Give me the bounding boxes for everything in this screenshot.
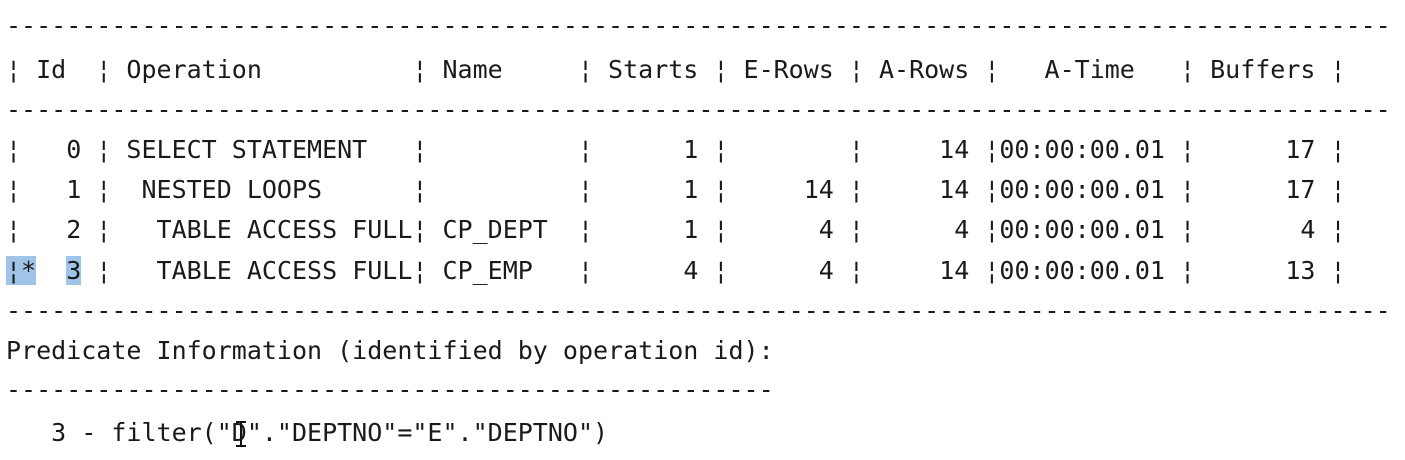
predicate-title: Predicate Information (identified by ope… — [6, 336, 774, 365]
selected-text-id: 3 — [66, 256, 82, 285]
row-3-gap — [36, 256, 66, 285]
plan-row-2: ¦ 2 ¦ TABLE ACCESS FULL¦ CP_DEPT ¦ 1 ¦ 4… — [6, 215, 1346, 244]
plan-separator-bottom: ----------------------------------------… — [6, 296, 1391, 325]
row-3-rest: ¦ TABLE ACCESS FULL¦ CP_EMP ¦ 4 ¦ 4 ¦ 14… — [81, 256, 1346, 285]
plan-header-row: ¦ Id ¦ Operation ¦ Name ¦ Starts ¦ E-Row… — [6, 55, 1346, 84]
predicate-filter-line: 3 - filter("D"."DEPTNO"="E"."DEPTNO") — [6, 418, 609, 447]
selected-text-prefix: ¦* — [6, 256, 37, 285]
plan-row-1: ¦ 1 ¦ NESTED LOOPS ¦ ¦ 1 ¦ 14 ¦ 14 ¦00:0… — [6, 175, 1346, 204]
plan-row-3: ¦* 3 ¦ TABLE ACCESS FULL¦ CP_EMP ¦ 4 ¦ 4… — [6, 251, 1346, 291]
plan-separator-mid: ----------------------------------------… — [6, 95, 1391, 124]
predicate-separator: ----------------------------------------… — [6, 375, 774, 404]
sqlplus-terminal-output: ----------------------------------------… — [0, 0, 1405, 460]
plan-row-0: ¦ 0 ¦ SELECT STATEMENT ¦ ¦ 1 ¦ ¦ 14 ¦00:… — [6, 135, 1346, 164]
plan-separator-top: ----------------------------------------… — [6, 11, 1391, 40]
